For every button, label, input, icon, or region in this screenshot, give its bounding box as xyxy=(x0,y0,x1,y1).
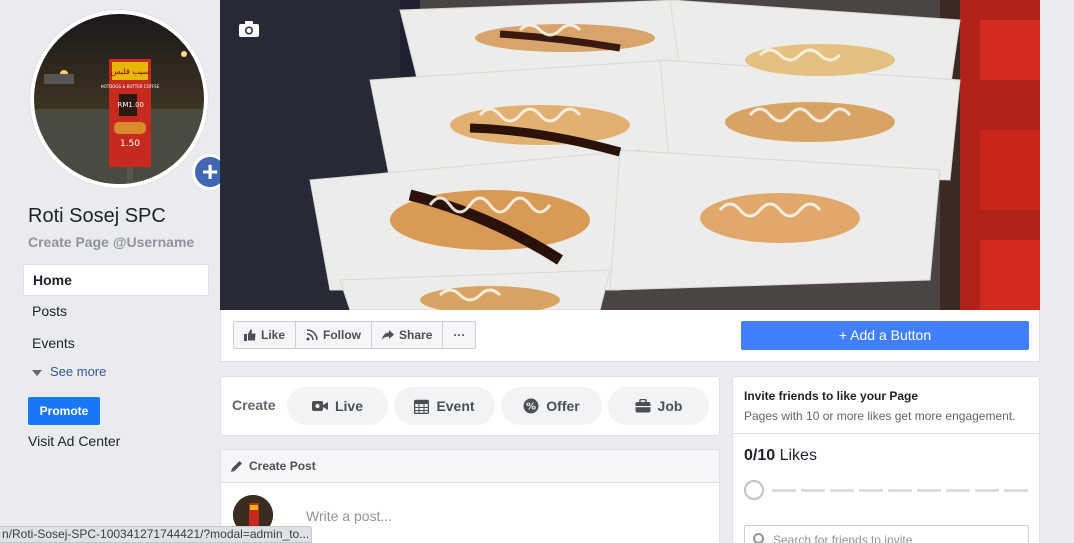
caret-down-icon xyxy=(32,369,42,376)
visit-ad-center-link[interactable]: Visit Ad Center xyxy=(28,433,120,449)
share-button[interactable]: Share xyxy=(372,322,444,348)
offer-label: Offer xyxy=(546,398,580,414)
likes-label: Likes xyxy=(779,447,817,464)
likes-progress-count: 0/10 Likes xyxy=(744,447,817,465)
create-job-button[interactable]: Job xyxy=(608,387,709,425)
cover-photo-image xyxy=(220,0,1040,310)
profile-photo-image: سيب قلبس HOTDOGS & BUTTER COFFEE RM1.00 … xyxy=(34,14,204,184)
profile-picture-container[interactable]: سيب قلبس HOTDOGS & BUTTER COFFEE RM1.00 … xyxy=(30,10,228,190)
page-action-bar: Like Follow Share ··· + Add a Button xyxy=(220,310,1040,362)
progress-segment xyxy=(975,489,999,492)
share-arrow-icon xyxy=(382,330,395,340)
add-button-label: Add a Button xyxy=(850,327,932,343)
rss-icon xyxy=(306,329,318,341)
likes-progress-bar xyxy=(744,480,1028,500)
follow-label: Follow xyxy=(323,328,362,342)
progress-segment xyxy=(946,489,970,492)
create-event-button[interactable]: Event xyxy=(394,387,495,425)
progress-segment xyxy=(888,489,912,492)
status-bar-url: n/Roti-Sosej-SPC-100341271744421/?modal=… xyxy=(0,526,312,543)
progress-segment xyxy=(1004,489,1028,492)
progress-knob xyxy=(744,480,764,500)
profile-banner-sub: HOTDOGS & BUTTER COFFEE xyxy=(101,84,160,89)
page-name[interactable]: Roti Sosej SPC xyxy=(28,205,166,228)
plus-icon: + xyxy=(838,327,848,343)
offer-badge-icon: % xyxy=(523,398,539,414)
create-post-header: Create Post xyxy=(221,450,719,483)
live-label: Live xyxy=(334,398,363,414)
profile-picture[interactable]: سيب قلبس HOTDOGS & BUTTER COFFEE RM1.00 … xyxy=(30,10,208,188)
progress-segment xyxy=(801,489,825,492)
create-live-button[interactable]: Live xyxy=(287,387,388,425)
calendar-icon xyxy=(414,399,430,414)
see-more-button[interactable]: See more xyxy=(23,360,209,384)
create-offer-button[interactable]: % Offer xyxy=(501,387,602,425)
progress-segment xyxy=(917,489,941,492)
nav-item-home[interactable]: Home xyxy=(23,264,209,296)
pencil-icon xyxy=(231,461,242,472)
progress-segment xyxy=(830,489,854,492)
event-label: Event xyxy=(436,398,475,414)
invite-friends-panel: Invite friends to like your Page Pages w… xyxy=(732,376,1040,543)
post-text-input[interactable]: Write a post... xyxy=(306,508,392,524)
nav-item-events[interactable]: Events xyxy=(23,328,209,360)
more-options-button[interactable]: ··· xyxy=(443,322,475,348)
invite-title: Invite friends to like your Page xyxy=(744,389,919,403)
thumbs-up-icon xyxy=(244,329,256,341)
follow-button[interactable]: Follow xyxy=(296,322,373,348)
page-nav: Home Posts Events See more xyxy=(23,264,209,384)
add-a-button-button[interactable]: + Add a Button xyxy=(741,321,1029,350)
create-label: Create xyxy=(232,397,276,413)
profile-banner-text: سيب قلبس xyxy=(111,67,150,76)
invite-subtitle: Pages with 10 or more likes get more eng… xyxy=(744,409,1016,423)
create-post-title: Create Post xyxy=(249,459,316,473)
likes-count: 0/10 xyxy=(744,447,776,464)
camera-icon[interactable] xyxy=(238,20,260,43)
left-sidebar: سيب قلبس HOTDOGS & BUTTER COFFEE RM1.00 … xyxy=(0,0,228,543)
see-more-label: See more xyxy=(50,364,107,379)
progress-segment xyxy=(772,489,796,492)
progress-segment xyxy=(859,489,883,492)
action-button-group: Like Follow Share ··· xyxy=(233,321,477,349)
like-label: Like xyxy=(261,328,286,342)
nav-item-posts[interactable]: Posts xyxy=(23,296,209,328)
create-username-link[interactable]: Create Page @Username xyxy=(28,234,194,250)
invite-search-input[interactable]: Search for friends to invite xyxy=(744,525,1029,543)
profile-price-1: RM1.00 xyxy=(118,101,145,109)
briefcase-icon xyxy=(635,399,651,413)
ellipsis-icon: ··· xyxy=(453,328,466,342)
cover-photo[interactable] xyxy=(220,0,1040,310)
like-button[interactable]: Like xyxy=(234,322,297,348)
promote-button[interactable]: Promote xyxy=(28,397,100,425)
svg-text:%: % xyxy=(526,402,536,413)
divider xyxy=(733,433,1039,434)
search-icon xyxy=(753,533,764,543)
create-toolbar: Create Live Event % Offer Job xyxy=(220,376,720,436)
invite-search-placeholder: Search for friends to invite xyxy=(773,533,913,543)
profile-price-2: 1.50 xyxy=(120,139,140,149)
share-label: Share xyxy=(399,328,433,342)
job-label: Job xyxy=(657,398,683,414)
video-camera-icon xyxy=(311,401,328,411)
